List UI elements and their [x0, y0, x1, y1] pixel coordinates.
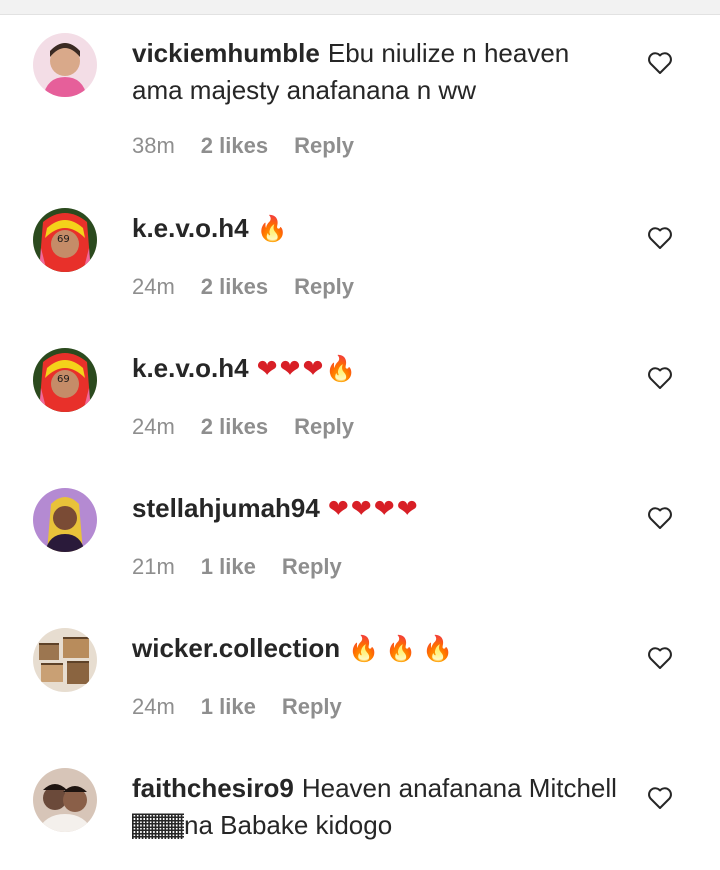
avatar[interactable] [33, 33, 97, 97]
reply-button[interactable]: Reply [294, 414, 354, 440]
comment-time: 38m [132, 133, 175, 158]
comment-likes[interactable]: 2 likes [201, 274, 268, 300]
heart-outline-icon[interactable] [647, 786, 673, 810]
comment-likes[interactable]: 1 like [201, 694, 256, 720]
comment-emoji: 🔥 [256, 214, 294, 243]
avatar[interactable] [33, 488, 97, 552]
comment-body: stellahjumah94 ❤❤❤❤ [132, 490, 622, 527]
comment-username[interactable]: vickiemhumble [132, 38, 320, 68]
comment-meta: 24m 1 like Reply [132, 694, 368, 720]
comment-meta: 24m 2 likes Reply [132, 414, 380, 440]
heart-outline-icon[interactable] [647, 366, 673, 390]
comment-body: faithchesiro9 Heaven anafanana Mitchell 🏾… [132, 770, 622, 844]
comment-meta: 24m 2 likes Reply [132, 274, 380, 300]
comment-body: vickiemhumble Ebu niulize n heaven ama ma… [132, 35, 622, 109]
top-divider [0, 0, 720, 15]
comment-username[interactable]: stellahjumah94 [132, 493, 320, 523]
comment-username[interactable]: wicker.collection [132, 633, 340, 663]
comment-emoji: ❤❤❤🔥 [256, 354, 359, 383]
comment-username[interactable]: faithchesiro9 [132, 773, 294, 803]
comment-body: k.e.v.o.h4 🔥 [132, 210, 622, 247]
reply-button[interactable]: Reply [282, 694, 342, 720]
avatar[interactable] [33, 768, 97, 832]
reply-button[interactable]: Reply [294, 133, 354, 159]
avatar[interactable] [33, 628, 97, 692]
reply-button[interactable]: Reply [294, 274, 354, 300]
comment-emoji: ❤❤❤❤ [327, 494, 420, 523]
heart-outline-icon[interactable] [647, 51, 673, 75]
comment-meta: 38m 2 likes Reply [132, 133, 380, 159]
reply-button[interactable]: Reply [282, 554, 342, 580]
comment-username[interactable]: k.e.v.o.h4 [132, 353, 249, 383]
comment-time: 24m [132, 414, 175, 439]
comment-time: 24m [132, 694, 175, 719]
comment-time: 21m [132, 554, 175, 579]
avatar[interactable]: 69 [33, 208, 97, 272]
comment-emoji: 🔥🔥🔥 [348, 634, 460, 663]
comment-body: k.e.v.o.h4 ❤❤❤🔥 [132, 350, 622, 387]
heart-outline-icon[interactable] [647, 226, 673, 250]
heart-outline-icon[interactable] [647, 506, 673, 530]
comment-meta: 21m 1 like Reply [132, 554, 368, 580]
heart-outline-icon[interactable] [647, 646, 673, 670]
comment-likes[interactable]: 2 likes [201, 133, 268, 159]
avatar[interactable]: 69 [33, 348, 97, 412]
comment-likes[interactable]: 1 like [201, 554, 256, 580]
comment-body: wicker.collection 🔥🔥🔥 [132, 630, 622, 667]
comment-likes[interactable]: 2 likes [201, 414, 268, 440]
comment-time: 24m [132, 274, 175, 299]
svg-text:69: 69 [57, 234, 70, 245]
comment-username[interactable]: k.e.v.o.h4 [132, 213, 249, 243]
svg-text:69: 69 [57, 374, 70, 385]
